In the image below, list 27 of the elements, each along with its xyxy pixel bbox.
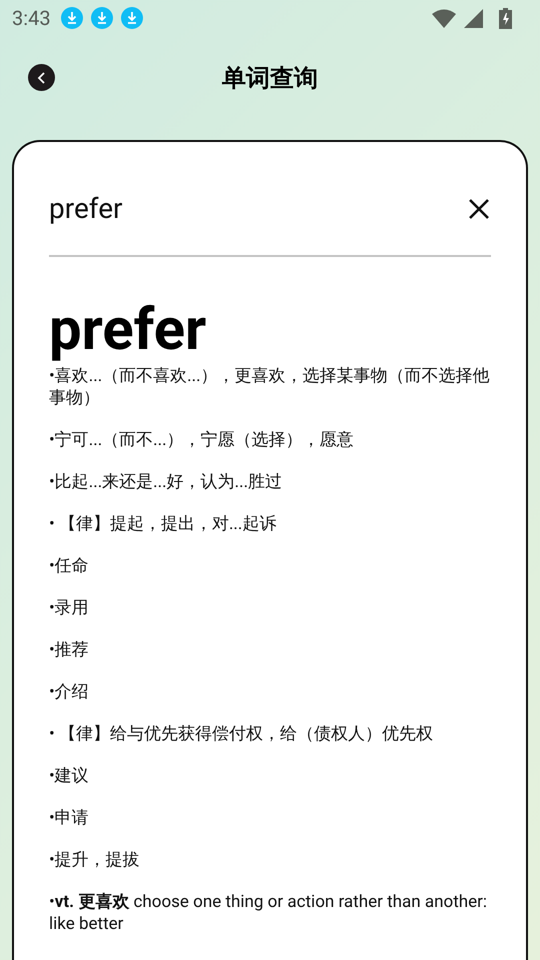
wifi-icon — [432, 8, 456, 28]
battery-icon — [499, 8, 512, 28]
back-button[interactable] — [28, 64, 55, 91]
definition-text: •任命 — [49, 555, 90, 577]
status-time: 3:43 — [12, 6, 51, 30]
definition-text: •比起...来还是...好，认为...胜过 — [49, 471, 284, 493]
page-title: 单词查询 — [222, 63, 318, 94]
definition-text: •vt. 更喜欢 choose one thing or action rather than another: like better — [49, 891, 488, 935]
headword: prefer — [49, 299, 208, 361]
download-icon — [90, 7, 113, 29]
download-icon — [120, 7, 143, 29]
definition-text: •喜欢...（而不喜欢...），更喜欢，选择某事物（而不选择他事物） — [49, 365, 491, 409]
definition-text: •申请 — [49, 807, 90, 829]
definition-text: •提升，提拔 — [49, 849, 141, 871]
chevron-left-icon — [36, 70, 48, 84]
definition-text: •建议 — [49, 765, 90, 787]
download-icon — [60, 7, 83, 29]
definition-text: •介绍 — [49, 681, 90, 703]
definition-text: • 【律】给与优先获得偿付权，给（债权人）优先权 — [49, 723, 434, 745]
clear-button[interactable] — [467, 196, 491, 220]
definition-text: • 【律】提起，提出，对...起诉 — [49, 513, 278, 535]
definition-text: •推荐 — [49, 639, 90, 661]
search-field[interactable]: prefer — [49, 192, 467, 225]
signal-icon — [464, 8, 483, 28]
definition-text: •录用 — [49, 597, 90, 619]
close-icon — [467, 196, 491, 220]
definition-text: •宁可...（而不...），宁愿（选择），愿意 — [49, 429, 355, 451]
